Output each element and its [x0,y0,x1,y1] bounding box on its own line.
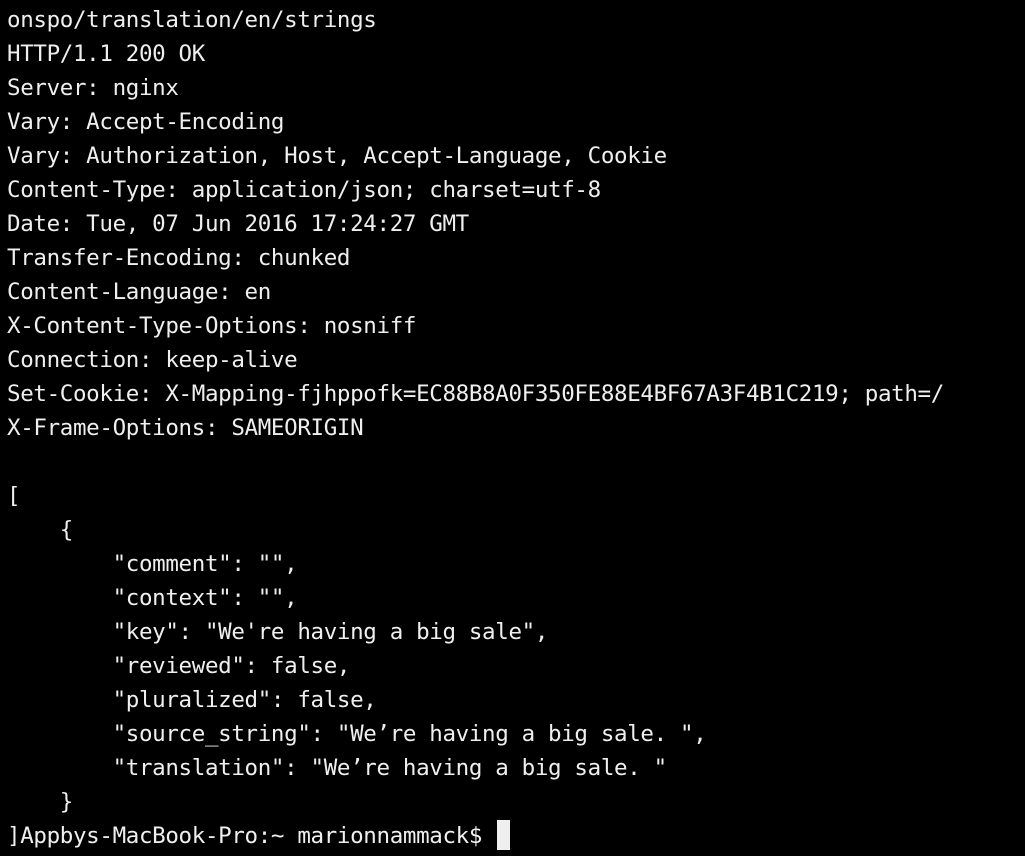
output-line: Transfer-Encoding: chunked [7,245,351,271]
output-line: X-Content-Type-Options: nosniff [7,313,417,339]
text-cursor [497,819,511,850]
output-line: Vary: Accept-Encoding [7,109,285,135]
output-line: Content-Type: application/json; charset=… [7,177,601,203]
output-line: Vary: Authorization, Host, Accept-Langua… [7,143,667,169]
output-line: Connection: keep-alive [7,347,298,373]
output-line: "pluralized": false, [7,687,377,713]
output-line: "key": "We're having a big sale", [7,619,549,645]
output-line: HTTP/1.1 200 OK [7,41,205,67]
output-line: onspo/translation/en/strings [7,7,377,33]
output-line: Set-Cookie: X-Mapping-fjhppofk=EC88B8A0F… [7,381,944,407]
output-line: "translation": "We’re having a big sale.… [7,755,668,781]
output-line: [ [7,483,21,509]
terminal-window[interactable]: onspo/translation/en/strings HTTP/1.1 20… [0,0,1025,856]
output-line: Date: Tue, 07 Jun 2016 17:24:27 GMT [7,211,469,237]
output-line: Content-Language: en [7,279,271,305]
output-line: } [7,789,74,815]
output-line: "context": "", [7,585,298,611]
output-line: Server: nginx [7,75,179,101]
output-line: "source_string": "We’re having a big sal… [7,721,707,747]
output-line: "reviewed": false, [7,653,351,679]
shell-prompt: ]Appbys-MacBook-Pro:~ marionnammack$ [7,823,496,849]
prompt-line[interactable]: ]Appbys-MacBook-Pro:~ marionnammack$ [7,819,511,853]
output-line: { [7,517,74,543]
output-line: X-Frame-Options: SAMEORIGIN [7,415,364,441]
output-line: "comment": "", [7,551,298,577]
